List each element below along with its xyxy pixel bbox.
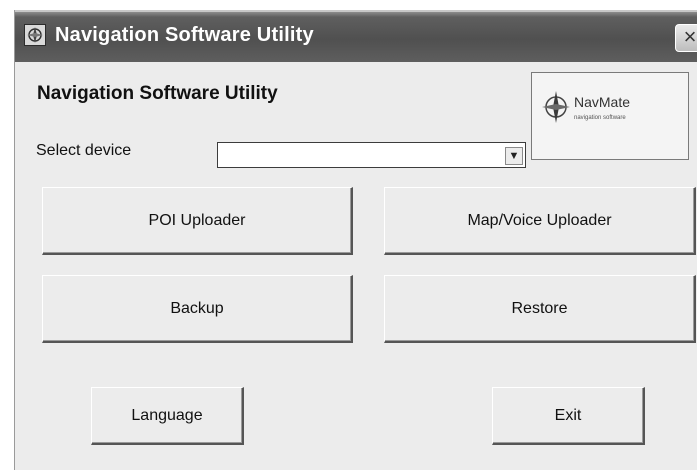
app-icon [24, 24, 46, 46]
exit-button[interactable]: Exit [492, 387, 645, 445]
poi-uploader-button[interactable]: POI Uploader [42, 187, 353, 255]
window-title: Navigation Software Utility [55, 24, 314, 46]
compass-rose-icon [542, 91, 570, 123]
backup-button[interactable]: Backup [42, 275, 353, 343]
title-bar[interactable]: Navigation Software Utility × [15, 10, 697, 62]
select-device-label: Select device [36, 142, 132, 159]
language-button[interactable]: Language [91, 387, 244, 445]
navmate-logo: NavMate navigation software [531, 72, 689, 160]
page-title: Navigation Software Utility [37, 83, 278, 104]
restore-button[interactable]: Restore [384, 275, 696, 343]
map-voice-uploader-button[interactable]: Map/Voice Uploader [384, 187, 696, 255]
logo-name: NavMate [574, 94, 631, 110]
device-dropdown[interactable]: ▼ [217, 142, 526, 168]
chevron-down-icon[interactable]: ▼ [505, 147, 523, 165]
close-icon[interactable]: × [675, 24, 697, 52]
logo-tagline: navigation software [574, 115, 626, 121]
app-window: Navigation Software Utility × Navigation… [14, 10, 697, 470]
